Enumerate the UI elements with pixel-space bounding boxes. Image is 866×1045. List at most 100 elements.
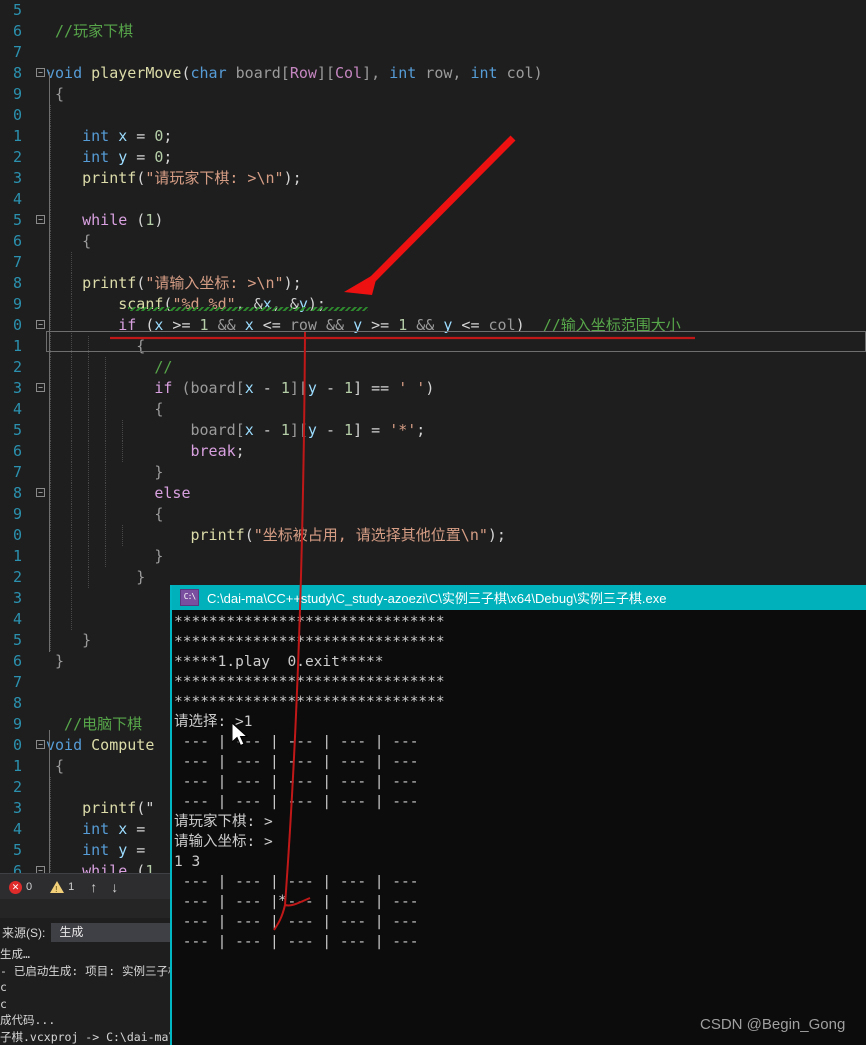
code-text: }: [46, 568, 146, 586]
code-text: while (1): [46, 211, 164, 229]
code-line[interactable]: 2 int y = 0;: [0, 147, 866, 168]
fold-toggle-icon[interactable]: −: [36, 488, 45, 497]
code-line[interactable]: 5 − while (1): [0, 210, 866, 231]
console-line: *****1.play 0.exit*****: [174, 654, 384, 670]
code-line[interactable]: 8 printf("请输入坐标: >\n");: [0, 273, 866, 294]
fold-toggle-icon[interactable]: −: [36, 383, 45, 392]
code-text: //玩家下棋: [46, 22, 134, 40]
fold-toggle-icon[interactable]: −: [36, 740, 45, 749]
code-line[interactable]: 5 board[x - 1][y - 1] = '*';: [0, 420, 866, 441]
indent-guide: [50, 105, 51, 126]
scope-guide-line: [49, 72, 50, 652]
code-text: }: [46, 631, 92, 649]
line-number: 4: [12, 190, 22, 208]
code-line[interactable]: 1 int x = 0;: [0, 126, 866, 147]
output-panel-gap: [0, 899, 175, 918]
indent-guide: [50, 189, 51, 210]
line-number: 2: [12, 778, 22, 796]
console-line: 请玩家下棋: >: [174, 814, 273, 830]
code-line[interactable]: 4 {: [0, 399, 866, 420]
line-number: 7: [12, 253, 22, 271]
line-number: 0: [12, 736, 22, 754]
code-line[interactable]: 7: [0, 252, 866, 273]
line-number: 6: [12, 232, 22, 250]
line-number: 4: [12, 820, 22, 838]
code-line[interactable]: 9 scanf("%d %d", &x, &y);: [0, 294, 866, 315]
code-line[interactable]: 3 − if (board[x - 1][y - 1] == ' '): [0, 378, 866, 399]
console-line: --- | --- | --- | --- | ---: [174, 734, 428, 750]
code-line[interactable]: 6 break;: [0, 441, 866, 462]
line-number: 7: [12, 463, 22, 481]
console-output-area[interactable]: ******************************* *********…: [172, 610, 866, 952]
error-list-toolbar[interactable]: ✕ 0 1 ↑ ↓: [0, 873, 175, 900]
line-number: 8: [12, 64, 22, 82]
code-line[interactable]: 5: [0, 0, 866, 21]
next-issue-button[interactable]: ↓: [104, 879, 125, 895]
code-line[interactable]: 6 {: [0, 231, 866, 252]
build-output-log[interactable]: 生成… - 已启动生成: 项目: 实例三子棋 c c 成代码... 子棋.vcxproj …: [0, 946, 175, 1045]
code-text: int x = 0;: [46, 127, 173, 145]
line-number: 3: [12, 799, 22, 817]
placed-star-mark: *: [278, 893, 287, 909]
code-text: }: [46, 463, 164, 481]
fold-toggle-icon[interactable]: −: [36, 320, 45, 329]
line-number: 3: [12, 169, 22, 187]
error-count-group[interactable]: ✕ 0: [0, 880, 41, 894]
line-number: 2: [12, 568, 22, 586]
line-number: 0: [12, 316, 22, 334]
line-number: 9: [12, 295, 22, 313]
scope-guide-line: [49, 730, 50, 880]
line-number: 9: [12, 505, 22, 523]
fold-toggle-icon[interactable]: −: [36, 68, 45, 77]
output-log-line: c: [0, 980, 7, 994]
console-line: 1 3: [174, 854, 201, 870]
line-number: 0: [12, 526, 22, 544]
code-line[interactable]: 9 {: [0, 504, 866, 525]
code-line[interactable]: 9 {: [0, 84, 866, 105]
indent-guide: [50, 252, 51, 273]
prev-issue-button[interactable]: ↑: [83, 879, 104, 895]
console-line: 请输入坐标: >: [174, 834, 273, 850]
code-line[interactable]: 7 }: [0, 462, 866, 483]
console-title-text: C:\dai-ma\CC++study\C_study-azoezi\C\实例三…: [207, 591, 667, 606]
code-line[interactable]: 0 − if (x >= 1 && x <= row && y >= 1 && y…: [0, 315, 866, 336]
code-text: scanf("%d %d", &x, &y);: [46, 295, 326, 313]
line-number: 8: [12, 484, 22, 502]
warning-count-group[interactable]: 1: [41, 881, 83, 894]
fold-toggle-icon[interactable]: −: [36, 215, 45, 224]
console-line: --- | --- | --- | --- | ---: [174, 934, 428, 950]
code-line[interactable]: 8 − void playerMove(char board[Row][Col], …: [0, 63, 866, 84]
code-line[interactable]: 0: [0, 105, 866, 126]
console-line: *******************************: [174, 634, 445, 650]
code-text: {: [46, 400, 164, 418]
code-text: int y =: [46, 841, 155, 859]
code-line[interactable]: 7: [0, 42, 866, 63]
output-log-line: - 已启动生成: 项目: 实例三子棋: [0, 963, 175, 978]
line-number: 8: [12, 274, 22, 292]
code-line[interactable]: 3 printf("请玩家下棋: >\n");: [0, 168, 866, 189]
code-line[interactable]: 1 {: [0, 336, 866, 357]
indent-guide: [70, 588, 72, 609]
output-log-line: 生成…: [0, 947, 30, 961]
warning-count: 1: [68, 881, 75, 893]
line-number: 0: [12, 106, 22, 124]
scanf-warning-squiggle: [128, 307, 368, 311]
code-text: printf(": [46, 799, 155, 817]
code-text: {: [46, 337, 146, 355]
indent-guide: [50, 777, 51, 798]
console-title-bar[interactable]: C:\ C:\dai-ma\CC++study\C_study-azoezi\C…: [172, 585, 866, 610]
code-text: break;: [46, 442, 245, 460]
console-line: --- | --- | --- | --- | ---: [174, 754, 428, 770]
console-window[interactable]: C:\ C:\dai-ma\CC++study\C_study-azoezi\C…: [170, 585, 866, 1045]
line-number: 9: [12, 715, 22, 733]
code-line[interactable]: 8 − else: [0, 483, 866, 504]
source-dropdown[interactable]: 生成: [51, 923, 172, 942]
code-line[interactable]: 2 //: [0, 357, 866, 378]
code-line[interactable]: 0 printf("坐标被占用, 请选择其他位置\n");: [0, 525, 866, 546]
code-text: void playerMove(char board[Row][Col], in…: [46, 64, 543, 82]
line-number: 8: [12, 694, 22, 712]
code-text: if (x >= 1 && x <= row && y >= 1 && y <=…: [46, 316, 681, 334]
code-line[interactable]: 1 }: [0, 546, 866, 567]
code-line[interactable]: 6 //玩家下棋: [0, 21, 866, 42]
code-line[interactable]: 4: [0, 189, 866, 210]
